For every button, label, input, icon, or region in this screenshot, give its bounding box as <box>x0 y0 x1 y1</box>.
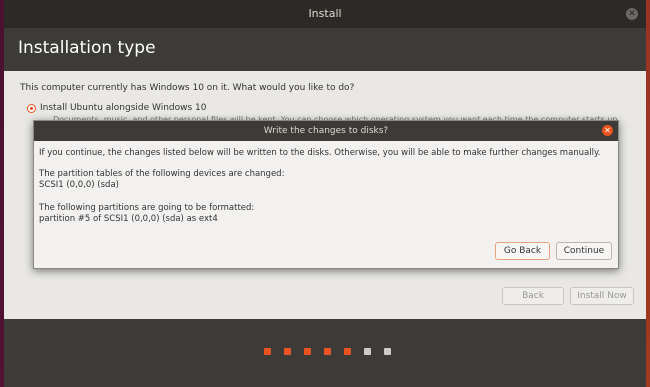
go-back-button[interactable]: Go Back <box>495 242 550 260</box>
partition-tables-device: SCSI1 (0,0,0) (sda) <box>39 180 119 190</box>
back-button[interactable]: Back <box>502 287 564 305</box>
progress-dot <box>324 348 331 355</box>
page-header: Installation type <box>4 28 646 71</box>
format-partition: partition #5 of SCSI1 (0,0,0) (sda) as e… <box>39 214 218 224</box>
progress-dot <box>384 348 391 355</box>
dialog-intro-text: If you continue, the changes listed belo… <box>39 148 601 158</box>
progress-dot <box>304 348 311 355</box>
progress-dots <box>4 319 646 387</box>
partition-tables-heading: The partition tables of the following de… <box>39 169 285 179</box>
question-text: This computer currently has Windows 10 o… <box>20 83 355 93</box>
window-titlebar[interactable]: Install ✕ <box>4 0 646 28</box>
window-title: Install <box>308 7 342 20</box>
progress-dot <box>364 348 371 355</box>
option-label: Install Ubuntu alongside Windows 10 <box>40 103 207 113</box>
install-now-button[interactable]: Install Now <box>570 287 634 305</box>
dialog-title: Write the changes to disks? <box>263 126 389 136</box>
dialog-titlebar[interactable]: Write the changes to disks? ✕ <box>34 121 618 141</box>
progress-dot <box>344 348 351 355</box>
radio-selected-icon[interactable] <box>27 104 36 113</box>
dialog-close-icon[interactable]: ✕ <box>602 125 613 136</box>
page-title: Installation type <box>18 38 156 58</box>
write-changes-dialog: Write the changes to disks? ✕ If you con… <box>33 120 619 269</box>
progress-dot <box>264 348 271 355</box>
install-alongside-option[interactable]: Install Ubuntu alongside Windows 10 <box>27 103 207 113</box>
continue-button[interactable]: Continue <box>556 242 612 260</box>
progress-dot <box>284 348 291 355</box>
window-close-icon[interactable]: ✕ <box>626 8 638 20</box>
format-heading: The following partitions are going to be… <box>39 203 255 213</box>
